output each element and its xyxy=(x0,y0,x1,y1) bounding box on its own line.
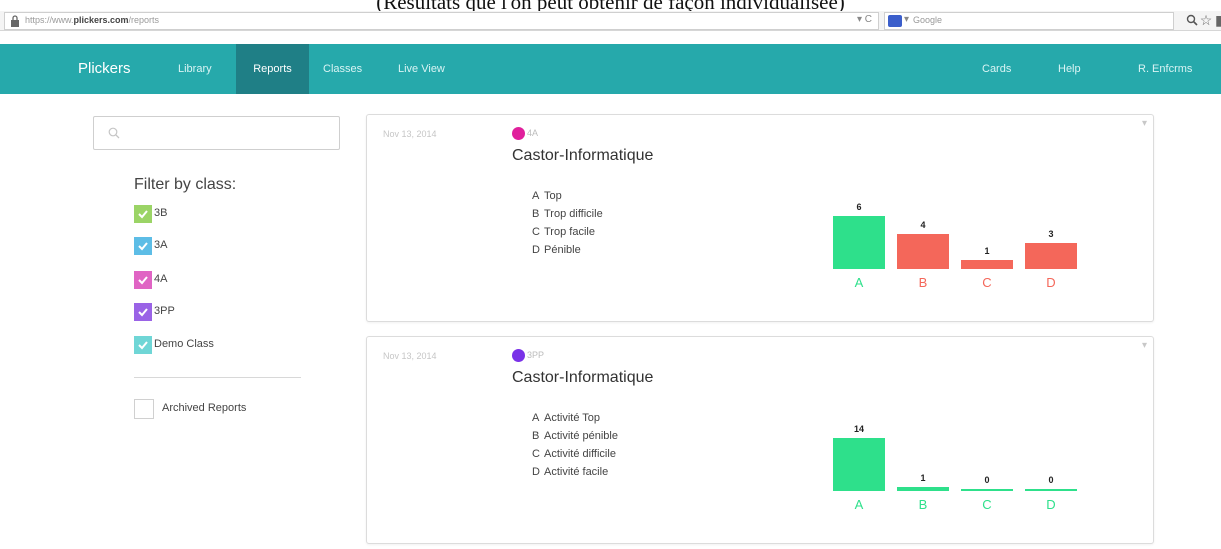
chart-category-label: B xyxy=(918,275,928,290)
address-bar[interactable]: https://www.plickers.com/reports ▾ C xyxy=(4,12,879,30)
checkbox-icon[interactable] xyxy=(134,336,152,354)
answer-key: C xyxy=(532,448,540,460)
answer-item: C Activité difficile xyxy=(532,448,616,466)
chart-category-label: A xyxy=(854,497,864,512)
answer-key: B xyxy=(532,208,540,220)
url-text: https://www.plickers.com/reports xyxy=(25,15,160,25)
star-icon[interactable]: ☆ xyxy=(1199,13,1213,27)
nav-library[interactable]: Library xyxy=(167,44,223,94)
class-label: 3A xyxy=(154,239,168,251)
report-date: Nov 13, 2014 xyxy=(383,129,437,139)
chart-bar-d xyxy=(1025,489,1077,491)
answer-key: D xyxy=(532,244,540,256)
lock-icon xyxy=(11,15,19,27)
answer-item: C Trop facile xyxy=(532,226,595,244)
nav-user[interactable]: R. Enfcrms xyxy=(1138,44,1192,94)
archived-reports-checkbox[interactable] xyxy=(134,399,154,419)
chart-category-label: B xyxy=(918,497,928,512)
report-card[interactable]: Nov 13, 2014 3PP Castor-Informatique ▾ A… xyxy=(366,336,1154,544)
answer-text: Trop difficile xyxy=(544,208,603,220)
nav-reports[interactable]: Reports xyxy=(236,44,309,94)
reload-icon[interactable]: ▾ C xyxy=(857,14,872,25)
report-search-input[interactable] xyxy=(93,116,340,150)
chevron-down-icon[interactable]: ▾ xyxy=(1142,118,1147,129)
checkbox-icon[interactable] xyxy=(134,303,152,321)
answer-key: B xyxy=(532,430,540,442)
response-chart: 6 A 4 B 1 C 3 D xyxy=(833,185,1083,305)
class-color-dot xyxy=(512,127,525,140)
chart-bar-c xyxy=(961,260,1013,269)
browser-toolbar: https://www.plickers.com/reports ▾ C ▾ G… xyxy=(0,11,1221,31)
answer-text: Pénible xyxy=(544,244,581,256)
answer-item: D Pénible xyxy=(532,244,581,262)
answer-text: Trop facile xyxy=(544,226,595,238)
chart-category-label: A xyxy=(854,275,864,290)
report-class-name: 3PP xyxy=(527,350,545,360)
chart-value-label: 6 xyxy=(856,202,862,212)
nav-live-view[interactable]: Live View xyxy=(398,44,445,94)
search-icon xyxy=(108,127,120,139)
chart-value-label: 14 xyxy=(853,424,864,434)
menu-icon[interactable]: ▮ xyxy=(1215,13,1221,27)
chart-value-label: 1 xyxy=(920,473,926,484)
class-label: Demo Class xyxy=(154,338,214,350)
sidebar-divider xyxy=(134,377,301,378)
google-icon xyxy=(888,15,902,27)
archived-reports-label: Archived Reports xyxy=(162,402,247,414)
report-title: Castor-Informatique xyxy=(512,369,654,386)
report-title: Castor-Informatique xyxy=(512,147,654,164)
report-class-name: 4A xyxy=(527,128,539,138)
answer-item: A Top xyxy=(532,190,562,208)
nav-help[interactable]: Help xyxy=(1058,44,1081,94)
app-navbar: Plickers Library Reports Classes Live Vi… xyxy=(0,44,1221,94)
brand-logo[interactable]: Plickers xyxy=(78,60,131,77)
chart-value-label: 4 xyxy=(920,219,926,230)
class-label: 3PP xyxy=(154,305,175,317)
answer-item: B Activité pénible xyxy=(532,430,618,448)
chart-category-label: C xyxy=(982,497,992,512)
nav-classes[interactable]: Classes xyxy=(323,44,362,94)
nav-cards[interactable]: Cards xyxy=(982,44,1011,94)
chart-bar-d xyxy=(1025,242,1077,269)
chevron-down-icon[interactable]: ▾ xyxy=(1142,340,1147,351)
chart-bar-a xyxy=(833,438,885,491)
search-icon[interactable] xyxy=(1186,14,1198,26)
chart-category-label: C xyxy=(982,275,992,290)
answer-key: C xyxy=(532,226,540,238)
report-date: Nov 13, 2014 xyxy=(383,351,437,361)
answer-key: A xyxy=(532,412,540,424)
chart-bar-a xyxy=(833,216,885,269)
answer-key: A xyxy=(532,190,540,202)
answer-item: B Trop difficile xyxy=(532,208,603,226)
chart-bar-b xyxy=(897,487,949,491)
checkbox-icon[interactable] xyxy=(134,237,152,255)
chart-value-label: 0 xyxy=(984,475,990,485)
answer-item: A Activité Top xyxy=(532,412,600,430)
browser-search-input[interactable]: Google xyxy=(913,15,942,25)
response-chart: 14 A 1 B 0 C 0 D xyxy=(833,407,1083,527)
answer-text: Activité pénible xyxy=(544,430,618,442)
answer-text: Activité facile xyxy=(544,466,609,478)
answer-key: D xyxy=(532,466,540,478)
class-color-dot xyxy=(512,349,525,362)
browser-search-box[interactable]: ▾ Google xyxy=(884,12,1174,30)
filter-title: Filter by class: xyxy=(134,176,237,193)
answer-text: Top xyxy=(544,190,562,202)
checkbox-icon[interactable] xyxy=(134,205,152,223)
checkbox-icon[interactable] xyxy=(134,271,152,289)
class-label: 4A xyxy=(154,273,168,285)
answer-item: D Activité facile xyxy=(532,466,608,484)
chart-bar-c xyxy=(961,489,1013,491)
class-label: 3B xyxy=(154,207,168,219)
chart-value-label: 3 xyxy=(1048,228,1054,239)
answer-text: Activité difficile xyxy=(544,448,616,460)
report-card[interactable]: Nov 13, 2014 4A Castor-Informatique ▾ AT… xyxy=(366,114,1154,322)
chart-bar-b xyxy=(897,233,949,269)
answer-text: Activité Top xyxy=(544,412,601,424)
chart-value-label: 0 xyxy=(1048,475,1054,485)
chart-category-label: D xyxy=(1046,275,1056,290)
chart-value-label: 1 xyxy=(984,246,990,257)
chart-category-label: D xyxy=(1046,497,1056,512)
engine-dropdown-icon[interactable]: ▾ xyxy=(904,14,909,25)
